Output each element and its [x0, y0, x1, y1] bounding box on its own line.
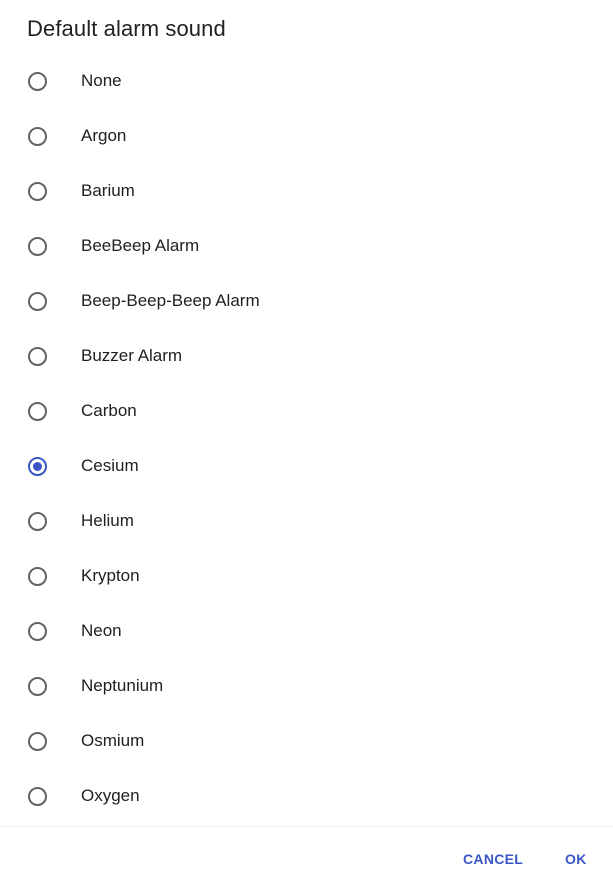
alarm-sound-dialog: Default alarm sound None Argon Barium Be… — [0, 0, 613, 884]
option-label: Beep-Beep-Beep Alarm — [81, 290, 260, 310]
option-label: Osmium — [81, 730, 145, 750]
cancel-button[interactable]: CANCEL — [463, 851, 523, 867]
option-label: Helium — [81, 510, 134, 530]
sound-option-argon[interactable]: Argon — [0, 108, 613, 163]
sound-option-carbon[interactable]: Carbon — [0, 383, 613, 438]
radio-button-icon[interactable] — [28, 731, 47, 751]
sound-option-oxygen[interactable]: Oxygen — [0, 768, 613, 823]
radio-button-icon[interactable] — [28, 621, 47, 641]
option-label: Krypton — [81, 565, 140, 585]
radio-button-icon[interactable] — [28, 71, 47, 91]
radio-button-icon[interactable] — [28, 181, 47, 201]
sound-option-buzzer-alarm[interactable]: Buzzer Alarm — [0, 328, 613, 383]
option-label: Cesium — [81, 455, 139, 475]
sound-option-neptunium[interactable]: Neptunium — [0, 658, 613, 713]
dialog-actions: CANCEL OK — [0, 827, 613, 884]
sound-option-krypton[interactable]: Krypton — [0, 548, 613, 603]
sound-option-beep-beep-beep-alarm[interactable]: Beep-Beep-Beep Alarm — [0, 273, 613, 328]
sound-option-helium[interactable]: Helium — [0, 493, 613, 548]
dialog-title: Default alarm sound — [27, 16, 226, 41]
option-label: Buzzer Alarm — [81, 345, 183, 365]
sound-option-osmium[interactable]: Osmium — [0, 713, 613, 768]
option-label: Barium — [81, 180, 135, 200]
radio-button-icon[interactable] — [28, 126, 47, 146]
sound-option-list[interactable]: None Argon Barium BeeBeep Alarm Beep-Bee… — [0, 53, 613, 823]
option-label: Carbon — [81, 400, 137, 420]
radio-button-icon[interactable] — [28, 566, 47, 586]
sound-option-none[interactable]: None — [0, 53, 613, 108]
option-label: Neon — [81, 620, 122, 640]
option-label: None — [81, 70, 122, 90]
sound-option-neon[interactable]: Neon — [0, 603, 613, 658]
option-label: Argon — [81, 125, 127, 145]
sound-option-barium[interactable]: Barium — [0, 163, 613, 218]
ok-button[interactable]: OK — [565, 851, 587, 867]
sound-option-beebeep-alarm[interactable]: BeeBeep Alarm — [0, 218, 613, 273]
radio-button-icon[interactable] — [28, 291, 47, 311]
radio-button-checked-icon[interactable] — [28, 456, 47, 476]
radio-button-icon[interactable] — [28, 346, 47, 366]
option-label: BeeBeep Alarm — [81, 235, 200, 255]
radio-button-icon[interactable] — [28, 236, 47, 256]
radio-button-icon[interactable] — [28, 786, 47, 806]
option-label: Neptunium — [81, 675, 164, 695]
radio-button-icon[interactable] — [28, 401, 47, 421]
sound-option-cesium[interactable]: Cesium — [0, 438, 613, 493]
radio-button-icon[interactable] — [28, 676, 47, 696]
radio-button-icon[interactable] — [28, 511, 47, 531]
option-label: Oxygen — [81, 785, 140, 805]
